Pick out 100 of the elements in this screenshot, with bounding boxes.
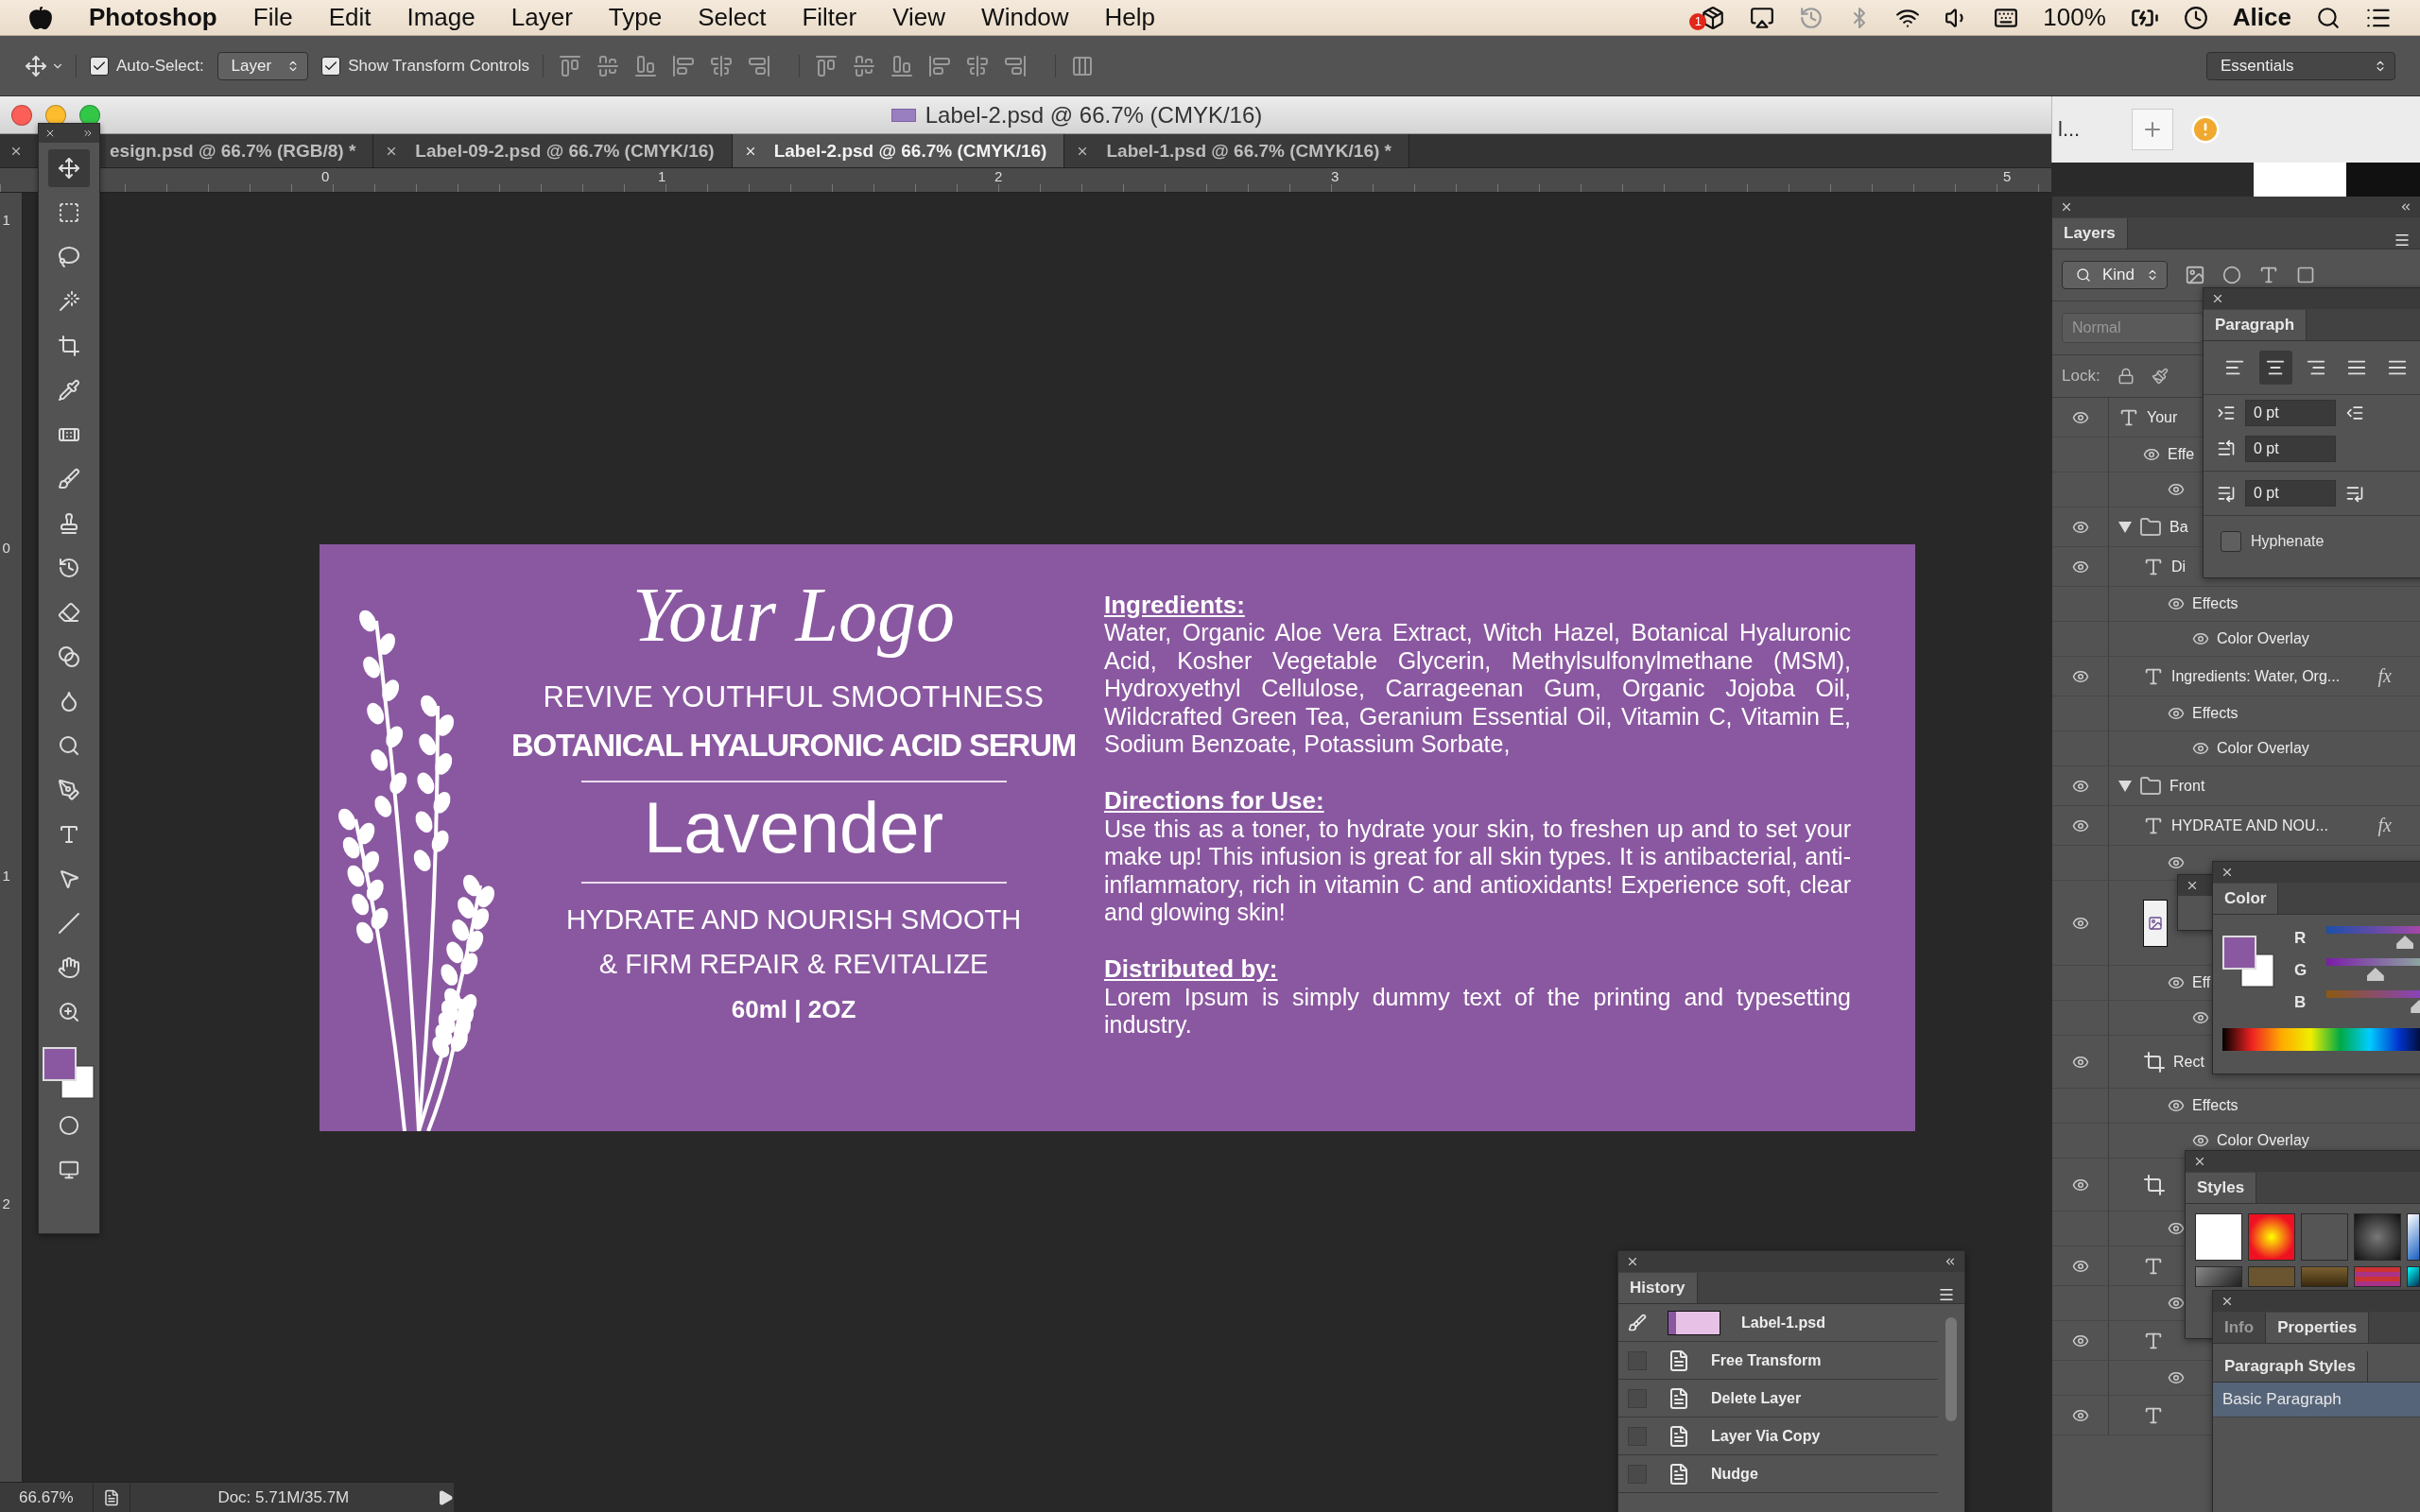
tool-button[interactable]	[48, 149, 90, 187]
style-swatch[interactable]	[2195, 1213, 2242, 1261]
eye-icon[interactable]	[2168, 854, 2185, 871]
layer-name[interactable]: HYDRATE AND NOU...	[2171, 816, 2328, 834]
close-icon[interactable]	[2221, 1295, 2234, 1308]
distribute-middle-icon[interactable]	[852, 54, 875, 77]
menu-item[interactable]: Filter	[802, 3, 857, 32]
panel-menu-icon[interactable]	[2394, 232, 2411, 249]
panel-tab[interactable]: Color	[2213, 884, 2279, 914]
menu-item[interactable]: Select	[698, 3, 767, 32]
browser-tab[interactable]: l...	[2058, 117, 2115, 142]
menu-item[interactable]: Type	[608, 3, 663, 32]
box-icon[interactable]	[1701, 5, 1726, 30]
panel-tab[interactable]: Styles	[2186, 1173, 2257, 1203]
distribute-right-icon[interactable]	[1003, 54, 1027, 77]
distribute-bottom-icon[interactable]	[890, 54, 913, 77]
airplay-icon[interactable]	[1750, 5, 1775, 30]
eye-icon[interactable]	[2168, 595, 2185, 612]
close-icon[interactable]	[2221, 866, 2234, 879]
align-top-icon[interactable]	[558, 54, 581, 77]
style-swatch[interactable]	[2354, 1266, 2401, 1287]
menu-item[interactable]: File	[252, 3, 293, 32]
scrollbar-thumb[interactable]	[1945, 1317, 1957, 1421]
history-step[interactable]: Layer Via Copy	[1711, 1427, 1821, 1445]
close-window-button[interactable]	[11, 104, 32, 126]
panel-menu-icon[interactable]	[1938, 1286, 1955, 1303]
number-field[interactable]: 0 pt	[2245, 436, 2336, 462]
color-swatches-icon[interactable]	[43, 1047, 95, 1100]
filter-dropdown[interactable]: Kind	[2062, 261, 2169, 289]
auto-select-dropdown[interactable]: Layer	[216, 51, 309, 80]
alignment-button[interactable]	[2258, 351, 2292, 385]
paragraph-style-item[interactable]: Basic Paragraph	[2213, 1383, 2420, 1418]
align-bottom-icon[interactable]	[633, 54, 657, 77]
workspace-dropdown[interactable]: Essentials	[2206, 51, 2395, 80]
align-right-icon[interactable]	[747, 54, 770, 77]
style-swatch[interactable]	[2195, 1266, 2242, 1287]
checkbox[interactable]	[90, 56, 109, 76]
zoom-window-button[interactable]	[79, 104, 100, 126]
panel-tab[interactable]: Paragraph	[2204, 310, 2308, 340]
checkbox[interactable]	[321, 56, 341, 76]
color-swatches-icon[interactable]	[2222, 936, 2275, 988]
history-step[interactable]: Delete Layer	[1711, 1389, 1802, 1407]
eye-icon[interactable]	[2168, 1369, 2185, 1386]
document-tab[interactable]: Label-2.psd @ 66.7% (CMYK/16)	[732, 134, 1065, 167]
distribute-top-icon[interactable]	[814, 54, 838, 77]
close-icon[interactable]	[2060, 200, 2073, 214]
history-step[interactable]: Free Transform	[1711, 1351, 1822, 1369]
adjustment-filter-icon[interactable]	[2222, 266, 2242, 284]
style-swatch[interactable]	[2407, 1213, 2420, 1261]
layer-name[interactable]: Rect	[2173, 1053, 2204, 1071]
layer-name[interactable]: Di	[2171, 558, 2187, 576]
document-tab[interactable]: Label-09-2.psd @ 66.7% (CMYK/16)	[373, 134, 733, 167]
style-swatch[interactable]	[2248, 1213, 2295, 1261]
eye-icon[interactable]	[2192, 740, 2209, 757]
tool-preset-picker[interactable]	[25, 54, 77, 77]
layer-name[interactable]: Ba	[2169, 518, 2188, 536]
layer-name[interactable]: Your	[2147, 408, 2178, 426]
menu-item[interactable]: Window	[981, 3, 1069, 32]
image-filter-icon[interactable]	[2185, 265, 2206, 285]
history-step[interactable]: Nudge	[1711, 1465, 1758, 1483]
color-spectrum[interactable]	[2222, 1028, 2420, 1051]
brush-icon[interactable]	[1628, 1313, 1647, 1332]
minimize-window-button[interactable]	[45, 104, 66, 126]
number-field[interactable]: 0 pt	[2245, 480, 2336, 507]
apple-icon[interactable]	[28, 5, 53, 30]
menu-item[interactable]: Image	[406, 3, 475, 32]
eye-icon[interactable]	[2192, 630, 2209, 647]
slider-thumb[interactable]	[2396, 936, 2414, 949]
document-icon[interactable]	[102, 1488, 120, 1506]
expand-icon[interactable]	[82, 128, 94, 139]
eye-icon[interactable]	[2168, 1220, 2185, 1237]
layer-name[interactable]: Ingredients: Water, Org...	[2171, 667, 2341, 685]
close-icon[interactable]	[2186, 879, 2199, 892]
eye-icon[interactable]	[2192, 1009, 2209, 1026]
eye-icon[interactable]	[2168, 974, 2185, 991]
menu-item[interactable]: Edit	[328, 3, 372, 32]
checkbox[interactable]	[2221, 531, 2241, 552]
new-tab-button[interactable]	[2132, 109, 2173, 150]
snapshot-name[interactable]: Label-1.psd	[1741, 1314, 1825, 1332]
search-icon[interactable]	[2316, 5, 2341, 30]
lock-icon[interactable]	[2117, 368, 2135, 385]
distribute-center-icon[interactable]	[965, 54, 989, 77]
close-icon[interactable]	[1626, 1255, 1639, 1268]
shape-filter-icon[interactable]	[2296, 266, 2316, 284]
eye-icon[interactable]	[2168, 705, 2185, 722]
slider-thumb[interactable]	[2366, 968, 2384, 981]
auto-align-icon[interactable]	[1070, 54, 1094, 77]
close-icon[interactable]	[2211, 292, 2224, 305]
layer-name[interactable]: Front	[2169, 777, 2205, 795]
document-tab[interactable]: Label-1.psd @ 66.7% (CMYK/16) *	[1064, 134, 1409, 167]
style-swatch[interactable]	[2248, 1266, 2295, 1287]
style-swatch[interactable]	[2301, 1213, 2348, 1261]
eye-icon[interactable]	[2168, 1295, 2185, 1312]
eye-icon[interactable]	[2168, 1097, 2185, 1114]
number-field[interactable]: 0 pt	[2245, 400, 2336, 426]
menu-item[interactable]: Help	[1104, 3, 1156, 32]
align-left-icon[interactable]	[671, 54, 695, 77]
collapse-triangle-icon[interactable]	[2118, 521, 2132, 533]
menu-item[interactable]: Layer	[510, 3, 573, 32]
app-menu[interactable]: Photoshop	[89, 3, 217, 32]
